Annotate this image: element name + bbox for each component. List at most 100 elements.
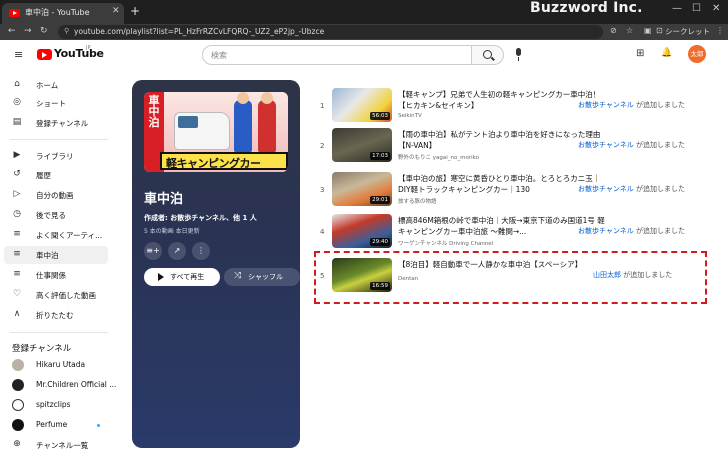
tab-title: 車中泊 - YouTube [25,8,90,17]
brand-watermark: Buzzword Inc. [530,0,643,16]
playlist-icon: ≡ [13,249,21,259]
channel-label: Perfume [36,420,68,429]
back-icon[interactable]: ← [8,26,16,36]
person-blue-illustration [234,100,252,152]
sidebar-browse-channels[interactable]: ⊕ チャンネル一覧 [4,436,108,454]
playlist-meta: 5 本の動画 本日更新 [144,228,200,235]
channel-label: Mr.Children Official ... [36,380,117,389]
share-icon[interactable]: ↗ [168,242,186,260]
watch-later-icon: ◷ [13,209,21,219]
sidebar-item-playlist-work[interactable]: ≡ 仕事関係 [4,266,108,284]
sidebar-item-home[interactable]: ⌂ ホーム [4,76,108,94]
add-circle-icon: ⊕ [13,439,21,449]
window-close-icon[interactable]: ✕ [712,3,720,14]
video-thumbnail[interactable]: 29:01 [332,172,392,206]
person-head [237,92,249,104]
sidebar-item-label: 登録チャンネル [36,119,89,128]
more-options-icon[interactable]: ⋮ [192,242,210,260]
sidebar-item-library[interactable]: ▶ ライブラリ [4,147,108,165]
sidebar-item-your-videos[interactable]: ▷ 自分の動画 [4,186,108,204]
sidebar: ⌂ ホーム ◎ ショート ▤ 登録チャンネル ▶ ライブラリ ↺ 履歴 ▷ 自分… [0,72,118,460]
added-by-channel[interactable]: お散歩チャンネル [578,227,634,235]
forward-icon[interactable]: → [24,26,32,36]
added-by-channel[interactable]: お散歩チャンネル [578,141,634,149]
browser-menu-icon[interactable]: ⋮ [716,26,724,35]
sidebar-item-label: 後で見る [36,211,66,220]
video-channel[interactable]: ワーゲンチャンネル Driving Channel [398,239,493,247]
video-channel[interactable]: 野外のもりこ yagai_no_moriko [398,153,479,161]
reload-icon[interactable]: ↻ [40,26,48,36]
video-title[interactable]: 標高846M箱根の峠で車中泊｜大阪→東京下道のみ国道1号 軽キャンピングカー車中… [398,215,606,237]
subscriptions-icon: ▤ [12,117,22,127]
shuffle-label: シャッフル [248,273,283,281]
play-all-button[interactable]: すべて再生 [144,268,220,286]
search-input[interactable]: 検索 [202,45,472,65]
menu-icon[interactable]: ≡ [14,48,23,61]
create-video-icon[interactable]: ⊞ [636,48,644,59]
sidebar-item-label: ショート [36,99,66,108]
sidebar-item-watch-later[interactable]: ◷ 後で見る [4,206,108,224]
tab-close-icon[interactable]: ✕ [112,6,120,16]
search-placeholder: 検索 [211,51,227,60]
like-icon: ♡ [12,289,22,299]
url-field[interactable]: ⚲ youtube.com/playlist?list=PL_HzFrRZCvL… [58,25,603,39]
sidebar-item-playlist-artists[interactable]: ≡ よく聞くアーティ... [4,226,108,244]
youtube-logo-text[interactable]: YouTube [54,47,104,60]
playlist-author[interactable]: 作成者: お散歩チャンネル、他 1 人 [144,213,257,223]
sidebar-channel-perfume[interactable]: Perfume [4,416,108,434]
sidebar-item-label: チャンネル一覧 [36,441,89,450]
sidebar-item-collapse[interactable]: ∧ 折りたたむ [4,306,108,324]
save-playlist-icon[interactable]: ≡+ [144,242,162,260]
side-panel-icon[interactable]: ▣ [644,26,652,35]
minimize-icon[interactable]: — [672,3,682,14]
sidebar-item-history[interactable]: ↺ 履歴 [4,166,108,184]
channel-label: spitzclips [36,400,71,409]
playlist-thumbnail[interactable]: 車中泊 軽キャンピングカー [144,92,288,172]
sidebar-item-label: ライブラリ [36,152,74,161]
sidebar-channel-spitzclips[interactable]: spitzclips [4,396,108,414]
video-title[interactable]: 【軽キャンプ】兄弟で人生初の軽キャンピングカー車中泊！【ヒカキン&セイキン】 [398,89,606,111]
sidebar-channel-mr-children[interactable]: Mr.Children Official ... [4,376,116,394]
youtube-logo-icon[interactable] [37,49,52,60]
video-thumbnail[interactable]: 17:03 [332,128,392,162]
video-index: 1 [320,102,325,110]
logo-region: JP [86,45,91,51]
search-button[interactable] [472,45,504,65]
video-channel[interactable]: SeikinTV [398,113,422,119]
youtube-header: ≡ YouTube JP 検索 ⊞ 🔔 太郎 [0,40,728,70]
shuffle-button[interactable]: ⤨ シャッフル [224,268,300,286]
sidebar-item-label: 自分の動画 [36,191,74,200]
video-index: 3 [320,186,325,194]
added-suffix: が追加しました [636,227,686,235]
sidebar-channel-hikaru-utada[interactable]: Hikaru Utada [4,356,108,374]
added-by-channel[interactable]: お散歩チャンネル [578,101,634,109]
added-by-channel[interactable]: お散歩チャンネル [578,185,634,193]
video-title[interactable]: 【車中泊の旅】寒空に黄昏ひとり車中泊。とろとろカニ玉｜DIY軽トラックキャンピン… [398,173,606,195]
thumbnail-banner: 軽キャンピングカー [160,152,288,170]
browser-tab[interactable]: 車中泊 - YouTube ✕ [2,3,124,24]
person-red-illustration [258,100,276,152]
van-window [178,116,198,128]
tracking-icon[interactable]: ⊘ [610,26,617,35]
sidebar-item-label: ホーム [36,81,59,90]
sidebar-item-playlist-shachuhaku[interactable]: ≡ 車中泊 [4,246,108,264]
lock-icon: ⚲ [64,27,70,35]
sidebar-item-shorts[interactable]: ◎ ショート [4,94,108,112]
sidebar-item-liked-videos[interactable]: ♡ 高く評価した動画 [4,286,108,304]
sidebar-item-label: 高く評価した動画 [36,291,96,300]
video-title[interactable]: 【雨の車中泊】私がテント泊より車中泊を好きになった理由【N-VAN】 [398,129,606,151]
browser-tabstrip: 車中泊 - YouTube ✕ + Buzzword Inc. — ☐ ✕ [0,0,728,24]
new-tab-icon[interactable]: + [130,4,140,18]
video-thumbnail[interactable]: 56:03 [332,88,392,122]
maximize-icon[interactable]: ☐ [692,3,701,14]
video-channel[interactable]: 旅する豚の物語 [398,197,437,205]
play-icon [158,273,164,281]
avatar[interactable]: 太郎 [688,45,706,63]
bookmark-star-icon[interactable]: ☆ [626,26,633,35]
sidebar-item-subscriptions[interactable]: ▤ 登録チャンネル [4,114,108,132]
microphone-icon[interactable] [512,48,526,62]
library-icon: ▶ [13,150,21,160]
playlist-icon: ≡ [13,269,21,279]
video-thumbnail[interactable]: 29:40 [332,214,392,248]
notification-bell-icon[interactable]: 🔔 [661,48,672,58]
